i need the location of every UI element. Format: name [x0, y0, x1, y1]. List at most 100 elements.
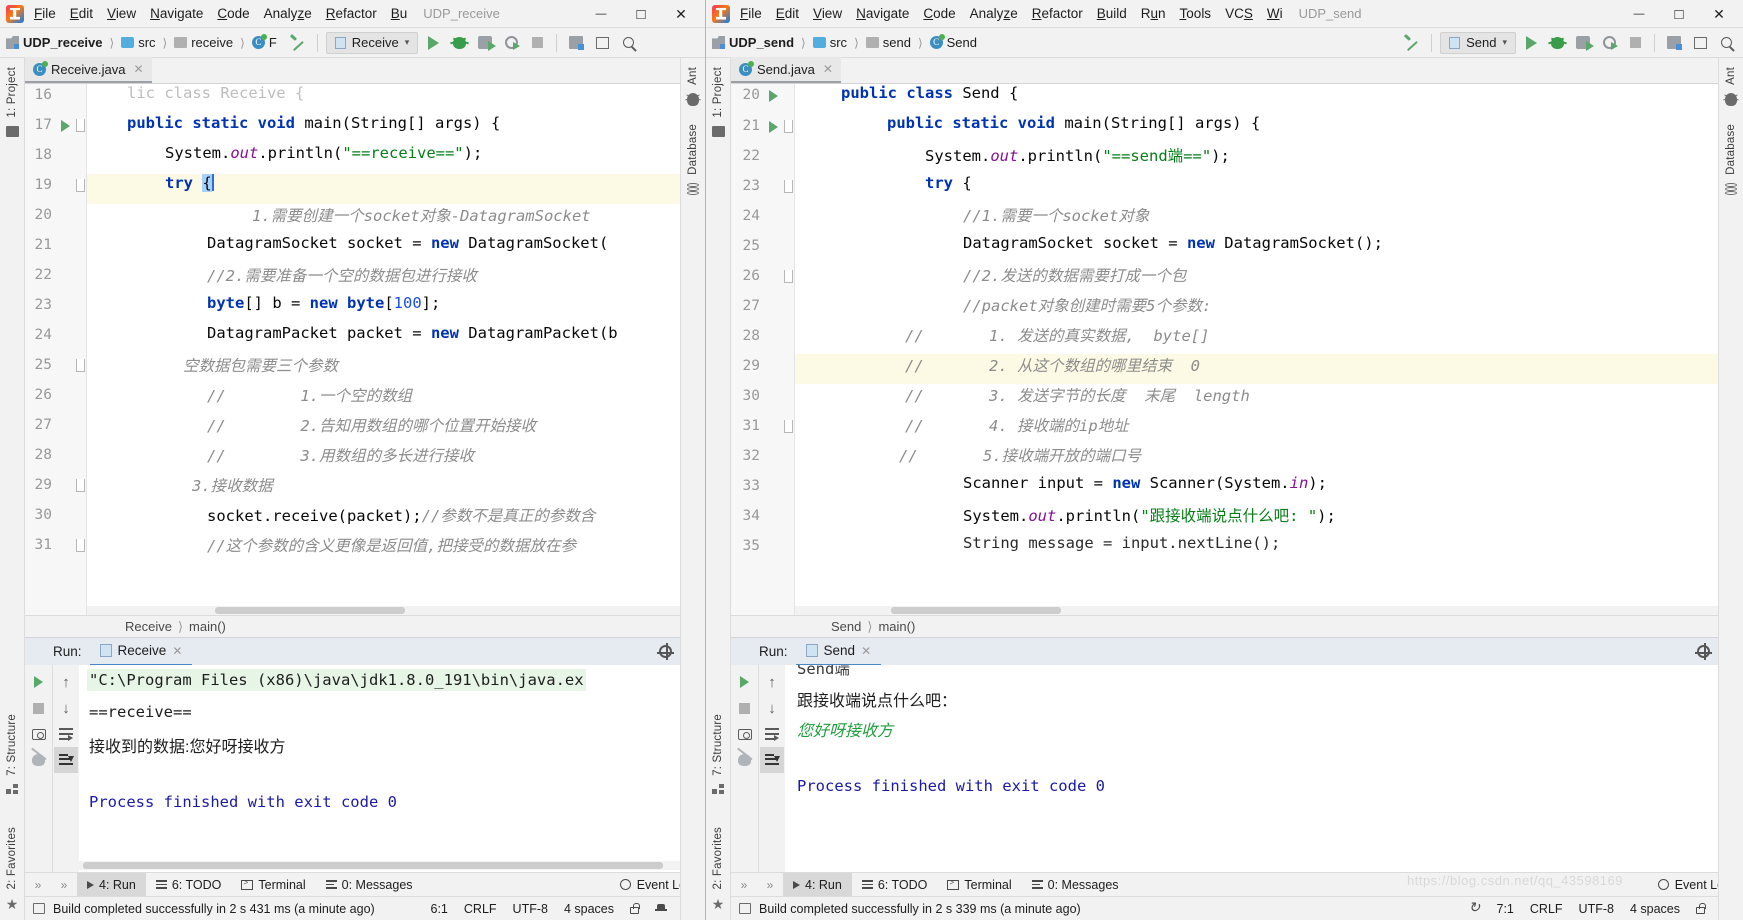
hector-icon[interactable] [655, 903, 667, 915]
collapse-icon-2[interactable]: » [51, 878, 77, 892]
sidebar-item-structure[interactable]: 7: Structure [4, 709, 20, 781]
menu-window[interactable]: Wi [1267, 6, 1283, 21]
indent-setting[interactable]: 4 spaces [564, 902, 614, 916]
code-text-left[interactable]: lic class Receive { public static void m… [87, 84, 693, 615]
fold-marker-icon[interactable] [76, 359, 85, 372]
breadcrumb-package[interactable]: send [883, 35, 911, 50]
run-actions-right[interactable] [731, 665, 759, 872]
sidebar-item-structure[interactable]: 7: Structure [710, 709, 726, 781]
file-encoding[interactable]: UTF-8 [1579, 902, 1614, 916]
breadcrumb-src[interactable]: src [830, 35, 847, 50]
run-tab-send[interactable]: Send ✕ [795, 638, 882, 666]
menu-navigate[interactable]: Navigate [856, 6, 909, 21]
collapse-icon-2[interactable]: » [757, 878, 783, 892]
close-icon[interactable]: ✕ [861, 644, 871, 658]
soft-wrap-button[interactable] [760, 721, 784, 747]
run-configuration-selector[interactable]: Receive ▾ [325, 31, 419, 54]
profile-button[interactable] [500, 32, 522, 54]
settings-box-button[interactable] [591, 32, 613, 54]
indent-setting[interactable]: 4 spaces [1630, 902, 1680, 916]
project-structure-button[interactable] [1663, 32, 1685, 54]
line-separator[interactable]: CRLF [464, 902, 497, 916]
editor-breadcrumb-right[interactable]: Send ⟩ main() [731, 615, 1743, 637]
fold-marker-icon[interactable] [784, 180, 793, 193]
editor-breadcrumb-left[interactable]: Receive ⟩ main() [25, 615, 705, 637]
menu-analyze[interactable]: Analyze [970, 6, 1018, 21]
breadcrumb-right[interactable]: UDP_send ⟩ src ⟩ send ⟩ C Send [712, 34, 977, 50]
tool-terminal[interactable]: Terminal [937, 873, 1021, 897]
sidebar-item-favorites[interactable]: 2: Favorites [710, 822, 726, 894]
run-actions-secondary-left[interactable] [53, 665, 79, 872]
stop-button[interactable] [27, 695, 51, 721]
ant-icon[interactable] [1725, 92, 1737, 106]
file-encoding[interactable]: UTF-8 [513, 902, 548, 916]
next-occurrence-button[interactable] [760, 695, 784, 721]
menu-analyze[interactable]: Analyze [264, 6, 312, 21]
close-icon[interactable]: ✕ [823, 62, 833, 76]
minimize-button[interactable] [1619, 0, 1659, 28]
mute-breakpoints-button[interactable] [27, 747, 51, 773]
code-text-right[interactable]: public class Send { public static void m… [795, 84, 1731, 615]
prev-occurrence-button[interactable] [760, 669, 784, 695]
ant-icon[interactable] [687, 92, 699, 106]
breadcrumb-class[interactable]: Send [947, 35, 977, 50]
dump-threads-button[interactable] [27, 721, 51, 747]
soft-wrap-button[interactable] [54, 721, 78, 747]
stop-button[interactable] [526, 32, 548, 54]
breadcrumb-project[interactable]: UDP_send [729, 35, 794, 50]
menu-run[interactable]: Run [1141, 6, 1166, 21]
run-with-coverage-button[interactable] [474, 32, 497, 54]
code-editor-right[interactable]: 20 21 22 23 24 25 26 27 28 29 30 31 32 3… [731, 84, 1743, 615]
tool-todo[interactable]: 6: TODO [852, 873, 938, 897]
scroll-to-end-button[interactable] [760, 747, 784, 773]
fold-marker-icon[interactable] [784, 420, 793, 433]
gear-icon[interactable] [657, 643, 674, 660]
build-button[interactable] [1401, 32, 1423, 54]
structure-icon[interactable] [5, 783, 19, 795]
menu-refactor[interactable]: Refactor [326, 6, 377, 21]
close-icon[interactable]: ✕ [133, 62, 143, 76]
run-button[interactable] [1520, 32, 1542, 54]
run-actions-secondary-right[interactable] [759, 665, 785, 872]
tab-send-java[interactable]: C Send.java ✕ [731, 57, 841, 83]
minimize-button[interactable] [581, 0, 621, 28]
sync-icon[interactable] [1469, 899, 1481, 916]
menu-file[interactable]: File [740, 6, 762, 21]
search-everywhere-icon[interactable] [617, 32, 639, 54]
menubar-left[interactable]: File Edit View Navigate Code Analyze Ref… [34, 6, 407, 21]
project-folder-icon[interactable] [5, 125, 19, 137]
menu-edit[interactable]: Edit [776, 6, 799, 21]
breadcrumb-class[interactable]: F [269, 35, 277, 50]
structure-icon[interactable] [711, 783, 725, 795]
window-controls-left[interactable] [581, 0, 701, 28]
menu-navigate[interactable]: Navigate [150, 6, 203, 21]
database-icon[interactable] [1725, 182, 1737, 196]
menu-code[interactable]: Code [923, 6, 955, 21]
lock-icon[interactable] [1696, 902, 1706, 914]
sidebar-item-database[interactable]: Database [1723, 119, 1739, 180]
debug-button[interactable] [448, 32, 470, 54]
menu-view[interactable]: View [107, 6, 136, 21]
build-button[interactable] [287, 32, 309, 54]
editor-hscrollbar[interactable] [87, 606, 693, 615]
editor-hscrollbar[interactable] [795, 606, 1731, 615]
breadcrumb-src[interactable]: src [138, 35, 155, 50]
collapse-icon[interactable]: » [731, 878, 757, 892]
sidebar-item-project[interactable]: 1: Project [710, 62, 726, 123]
crumb-class[interactable]: Send [831, 619, 861, 634]
crumb-class[interactable]: Receive [125, 619, 172, 634]
fold-marker-icon[interactable] [784, 120, 793, 133]
menu-build[interactable]: Bu [391, 6, 408, 21]
sidebar-item-database[interactable]: Database [685, 119, 701, 180]
menu-code[interactable]: Code [217, 6, 249, 21]
breadcrumb-package[interactable]: receive [191, 35, 233, 50]
gutter-left[interactable]: 16 17 18 19 20 21 22 23 24 25 26 27 28 2… [25, 84, 87, 615]
fold-marker-icon[interactable] [76, 539, 85, 552]
menu-view[interactable]: View [813, 6, 842, 21]
search-everywhere-icon[interactable] [1715, 32, 1737, 54]
close-button[interactable] [1699, 0, 1739, 28]
gutter-right[interactable]: 20 21 22 23 24 25 26 27 28 29 30 31 32 3… [731, 84, 795, 615]
menubar-right[interactable]: File Edit View Navigate Code Analyze Ref… [740, 6, 1283, 21]
breadcrumb-project[interactable]: UDP_receive [23, 35, 103, 50]
run-tab-receive[interactable]: Receive ✕ [89, 638, 193, 666]
